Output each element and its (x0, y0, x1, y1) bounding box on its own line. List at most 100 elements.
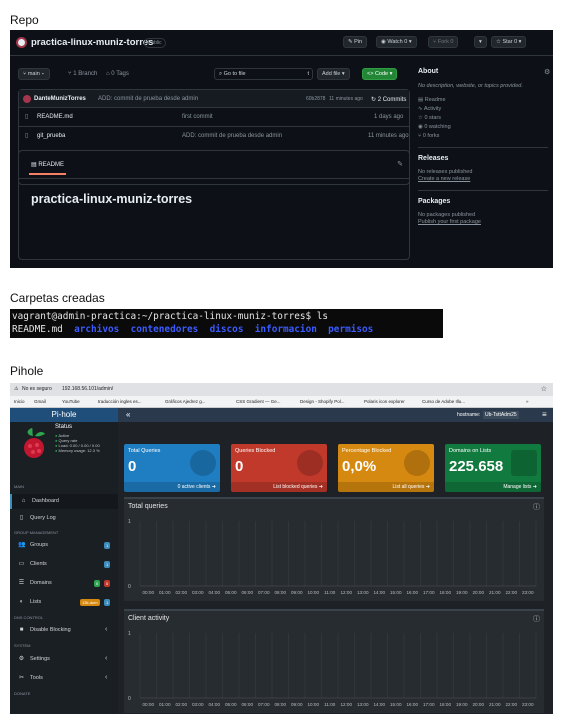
list-all-queries-link[interactable]: List all queries ➜ (338, 482, 434, 492)
pin-button[interactable]: ✎ Pin (343, 36, 368, 48)
info-icon[interactable]: ⓘ (533, 502, 540, 512)
x-tick-label: 05:00 (225, 702, 237, 707)
list-blocked-link[interactable]: List blocked queries ➜ (231, 482, 327, 492)
file-row[interactable]: ▯ git_prueba ADD: commit de prueba desde… (19, 127, 409, 146)
readme-tab[interactable]: ▤ README (28, 161, 67, 175)
repo-avatar-icon (16, 37, 27, 48)
y-tick-label: 0 (128, 584, 131, 590)
hostname-label: hostname: (457, 412, 481, 418)
about-watching[interactable]: ◉ 0 watching (418, 124, 548, 130)
x-tick-label: 17:00 (423, 590, 435, 595)
x-tick-label: 06:00 (242, 702, 254, 707)
x-tick-label: 02:00 (176, 590, 188, 595)
star-button[interactable]: ☆ Star 0 ▾ (491, 36, 527, 48)
x-tick-label: 19:00 (456, 590, 468, 595)
bookmark[interactable]: Polaris icon explorer (364, 399, 405, 404)
info-icon[interactable]: ⓘ (533, 614, 540, 624)
goto-file-input[interactable]: ⌕ Go to file t (214, 68, 313, 80)
star-icon[interactable]: ☆ (541, 385, 547, 393)
manage-lists-link[interactable]: Manage lists ➜ (445, 482, 541, 492)
file-commit-message[interactable]: first commit (182, 114, 213, 120)
bookmark[interactable]: Design - Shopify Pol... (300, 399, 345, 404)
bookmark[interactable]: Gráficos Ajedrez g... (165, 399, 206, 404)
pihole-brand[interactable]: Pi-hole (10, 408, 118, 422)
x-tick-label: 14:00 (374, 702, 386, 707)
collapse-sidebar-icon[interactable]: « (126, 410, 130, 419)
x-tick-label: 09:00 (291, 702, 303, 707)
users-icon: 👥 (18, 542, 26, 548)
code-button[interactable]: <> Code ▾ (362, 68, 398, 80)
x-tick-label: 05:00 (225, 590, 237, 595)
about-activity[interactable]: ∿ Activity (418, 106, 548, 112)
file-row[interactable]: ▯ README.md first commit 1 days ago (19, 108, 409, 127)
menu-clients[interactable]: ▭ Clients 1 (10, 557, 118, 572)
pihole-logo-icon (24, 428, 45, 458)
x-tick-label: 11:00 (324, 590, 336, 595)
repo-name[interactable]: practica-linux-muniz-torres (31, 37, 153, 48)
releases-title: Releases (418, 155, 449, 162)
menu-tools[interactable]: ✂ Tools ‹ (10, 671, 118, 686)
globe-icon (190, 450, 216, 476)
shield-icon: ◐ (19, 599, 24, 605)
insecure-label[interactable]: No es seguro (22, 386, 52, 392)
add-file-button[interactable]: Add file ▾ (317, 68, 350, 80)
about-forks[interactable]: ⑂ 0 forks (418, 133, 548, 139)
menu-domains[interactable]: ☰ Domains 0 0 (10, 576, 118, 591)
repo-header: practica-linux-muniz-torres Public ✎ Pin… (10, 30, 553, 56)
bookmark[interactable]: CSS Gradient — Ge... (236, 399, 281, 404)
branch-select[interactable]: ⑂ main ▾ (18, 68, 50, 80)
ls-dir: archivos (74, 324, 120, 335)
branches-link[interactable]: ⑂ 1 Branch (68, 71, 97, 77)
list-icon (511, 450, 537, 476)
create-release-link[interactable]: Create a new release (418, 176, 548, 182)
about-readme[interactable]: ▤ Readme (418, 97, 548, 103)
bookmark[interactable]: Gmail (34, 399, 46, 404)
visibility-badge: Public (144, 38, 166, 48)
menu-disable-blocking[interactable]: ■ Disable Blocking ‹ (10, 623, 118, 638)
fork-button[interactable]: ⑂ Fork 0 (428, 36, 459, 48)
about-stars[interactable]: ☆ 0 stars (418, 115, 548, 121)
file-name[interactable]: README.md (37, 114, 73, 120)
x-tick-label: 20:00 (473, 702, 485, 707)
pihole-sidebar: Status ● Active ● Query rate ● Load: 0.0… (10, 422, 118, 714)
menu-settings[interactable]: ⚙ Settings ‹ (10, 652, 118, 667)
more-bookmarks-icon[interactable]: » (526, 399, 529, 404)
watch-button[interactable]: ◉ Watch 0 ▾ (376, 36, 417, 48)
publish-package-link[interactable]: Publish your first package (418, 219, 548, 225)
gear-icon[interactable]: ⚙ (544, 68, 550, 76)
bookmarks-bar: Inicio Gmail YouTube traducción ingles e… (10, 396, 553, 408)
x-tick-label: 18:00 (440, 590, 452, 595)
menu-query-log[interactable]: ▯ Query Log (10, 511, 118, 526)
bookmark[interactable]: traducción ingles es... (98, 399, 142, 404)
menu-icon[interactable]: ≡ (542, 410, 547, 419)
tags-link[interactable]: ⌂ 0 Tags (106, 71, 129, 77)
latest-commit-row: DanteMunizTorres ADD: commit de prueba d… (19, 90, 409, 108)
url-text[interactable]: 192.168.56.101/admin/ (62, 386, 113, 392)
menu-groups[interactable]: 👥 Groups 1 (10, 538, 118, 553)
x-tick-label: 08:00 (275, 590, 287, 595)
ls-dir: contenedores (130, 324, 199, 335)
active-clients-link[interactable]: 0 active clients ➜ (124, 482, 220, 492)
commit-hash[interactable]: 60b2878 (306, 96, 325, 102)
commit-author[interactable]: DanteMunizTorres (34, 96, 86, 102)
bookmark[interactable]: Inicio (14, 399, 25, 404)
commits-link[interactable]: ↻ 2 Commits (371, 96, 406, 103)
x-tick-label: 06:00 (242, 590, 254, 595)
readme-heading: practica-linux-muniz-torres (31, 192, 193, 206)
bookmark[interactable]: Curso de Adobe Illu... (422, 399, 465, 404)
file-time: 1 days ago (374, 114, 404, 120)
file-commit-message[interactable]: ADD: commit de prueba desde admin (182, 133, 282, 139)
stat-queries-blocked: Queries Blocked 0 List blocked queries ➜ (231, 444, 327, 492)
menu-dashboard[interactable]: ⌂ Dashboard (10, 494, 118, 509)
menu-header-main: MAIN (14, 484, 24, 489)
total-queries-chart: 1 0 00:00 01:00 02:00 03:00 04:00 05:00 06:00 07:… (128, 519, 537, 595)
browser-addressbar[interactable]: ⚠ No es seguro 192.168.56.101/admin/ ☆ (10, 383, 553, 396)
bookmark[interactable]: YouTube (62, 399, 80, 404)
commit-message[interactable]: ADD: commit de prueba desde admin (98, 96, 198, 102)
file-icon: ▯ (19, 515, 24, 521)
edit-pencil-icon[interactable]: ✎ (397, 160, 403, 168)
fork-dropdown[interactable]: ▾ (474, 36, 487, 48)
file-name[interactable]: git_prueba (37, 133, 65, 139)
x-tick-label: 01:00 (159, 702, 171, 707)
menu-lists[interactable]: ◐ Lists 13k-dom 1 (10, 595, 118, 610)
